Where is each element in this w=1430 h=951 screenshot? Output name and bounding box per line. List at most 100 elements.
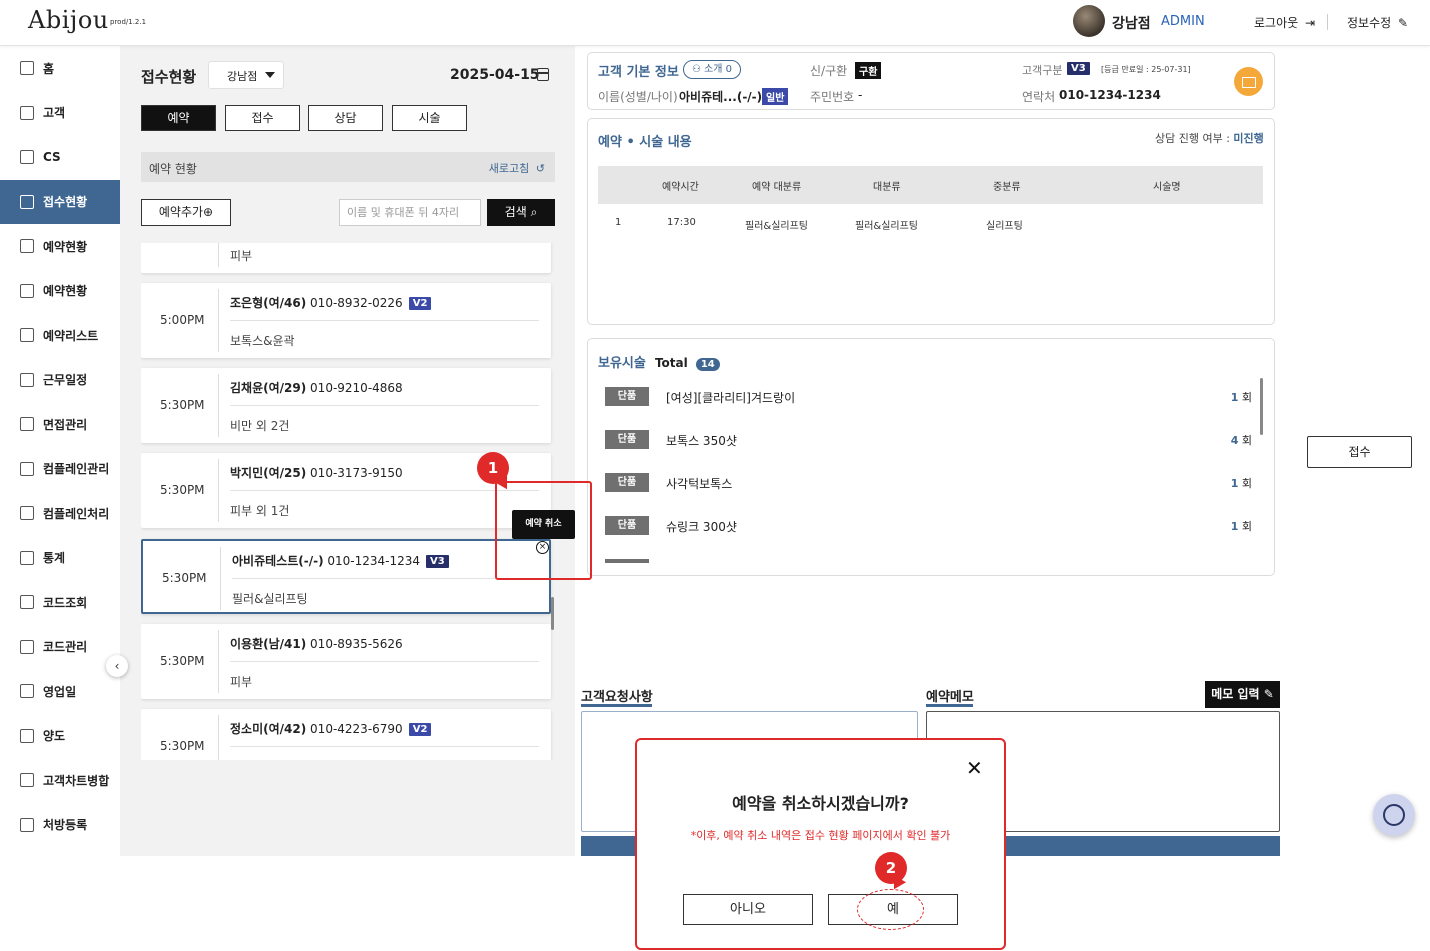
sidebar-item[interactable]: 컴플레인관리 <box>0 447 120 491</box>
intro-count: 소개 0 <box>704 64 733 75</box>
chevron-left-icon: ‹ <box>114 659 120 673</box>
sidebar-item[interactable]: 코드조회 <box>0 580 120 624</box>
sidebar-item-label: 예약리스트 <box>43 328 99 343</box>
tab-procedure[interactable]: 시술 <box>392 105 467 131</box>
sidebar-collapse-button[interactable]: ‹ <box>106 655 128 677</box>
sidebar: 홈 고객 CS 접수현황 예약현황 예약현황 예약리스트 근무일정 면접관리 컴플레인관리 컴플레인… <box>0 46 120 856</box>
sidebar-item[interactable]: 예약현황 <box>0 269 120 313</box>
list-item[interactable]: 단품 슈링크 300샷 1 회 <box>605 516 1255 536</box>
single-tag: 단품 <box>605 516 649 535</box>
sidebar-item[interactable]: 코드관리 <box>0 625 120 669</box>
sidebar-item[interactable]: 고객차트병합 <box>0 758 120 802</box>
new-old-badge: 구환 <box>855 62 882 79</box>
col-time: 예약시간 <box>662 182 699 193</box>
schedule-icon <box>20 372 34 387</box>
sidebar-item[interactable]: 컴플레인처리 <box>0 491 120 535</box>
dialog-note: *이후, 예약 취소 내역은 접수 현황 페이지에서 확인 불가 <box>690 829 951 842</box>
tab-reception[interactable]: 접수 <box>225 105 300 131</box>
user-icon <box>20 105 34 120</box>
calendar-icon[interactable] <box>537 68 549 81</box>
chart-icon <box>20 550 34 565</box>
sidebar-item-label: 접수현황 <box>43 195 88 209</box>
mail-icon[interactable] <box>1234 67 1263 96</box>
sidebar-item-label: 컴플레인관리 <box>43 462 110 476</box>
reservation-card[interactable]: 5:30PM 정소미(여/42) 010-4223-6790 V2 <box>141 709 551 760</box>
sidebar-item[interactable]: 예약리스트 <box>0 313 120 357</box>
logout-icon: ⇥ <box>1305 16 1316 30</box>
store-select[interactable]: 강남점 <box>208 61 284 89</box>
close-icon[interactable]: ✕ <box>966 756 983 780</box>
sidebar-item-label: 예약현황 <box>43 284 88 298</box>
sidebar-item[interactable]: 처방등록 <box>0 803 120 847</box>
store-select-value: 강남점 <box>227 70 258 83</box>
avatar[interactable] <box>1073 5 1105 37</box>
add-reservation-button[interactable]: 예약추가⊕ <box>141 199 231 226</box>
edit-info-button[interactable]: 정보수정 ✎ <box>1347 14 1408 31</box>
grade-badge: V3 <box>426 555 449 568</box>
customer-request-underline <box>581 704 652 707</box>
rrn-value: - <box>858 88 863 102</box>
search-input[interactable] <box>339 199 481 226</box>
refresh-button[interactable]: 새로고침 ↺ <box>489 160 545 176</box>
sidebar-item[interactable]: CS <box>0 135 120 179</box>
holdings-header: 보유시술 Total 14 <box>598 352 720 371</box>
card-customer-name: 정소미(여/42) <box>230 722 307 736</box>
sidebar-item[interactable]: 양도 <box>0 714 120 758</box>
reservation-table-header: 예약시간 예약 대분류 대분류 중분류 시술명 <box>598 166 1263 204</box>
sidebar-item-label: 면접관리 <box>43 417 88 432</box>
sidebar-item[interactable]: 영업일 <box>0 669 120 713</box>
list-item[interactable]: 단품 보톡스 350샷 4 회 <box>605 430 1255 450</box>
memo-input-button[interactable]: 메모 입력 ✎ <box>1205 681 1280 708</box>
name-label: 이름(성별/나이) <box>598 90 678 104</box>
single-tag: 단품 <box>605 430 649 449</box>
reservation-card[interactable]: 5:30PM 아비쥬테스트(-/-) 010-1234-1234 V3 필러&실리프팅 <box>141 539 551 614</box>
card-customer: 김채윤(여/29) 010-9210-4868 <box>230 379 403 396</box>
intro-badge[interactable]: ⚇ 소개 0 <box>683 60 741 79</box>
row-subcategory: 실리프팅 <box>986 221 1023 232</box>
holding-count-unit: 회 <box>1241 434 1252 447</box>
no-button[interactable]: 아니오 <box>683 894 813 925</box>
chat-icon[interactable] <box>1373 794 1415 836</box>
sidebar-item-label: 코드조회 <box>43 595 88 610</box>
list-scrollbar[interactable] <box>551 597 554 630</box>
sidebar-item[interactable]: 고객 <box>0 91 120 135</box>
sidebar-item[interactable]: 통계 <box>0 536 120 580</box>
grade-badge: V2 <box>408 723 432 736</box>
holding-count: 1 회 <box>1231 518 1252 534</box>
date-display[interactable]: 2025-04-15 <box>450 67 540 83</box>
reservation-card[interactable]: 피부 <box>141 243 551 273</box>
holding-count: 1 회 <box>1231 475 1252 491</box>
accept-button[interactable]: 접수 <box>1307 436 1412 468</box>
merge-icon <box>20 773 34 787</box>
card-time: 5:30PM <box>160 654 205 668</box>
reservation-status-bar: 예약 현황 새로고침 ↺ <box>141 152 555 182</box>
sidebar-item[interactable]: 예약현황 <box>0 224 120 268</box>
tab-reservation[interactable]: 예약 <box>141 105 216 131</box>
sidebar-item[interactable]: 근무일정 <box>0 358 120 402</box>
calendar-icon <box>20 239 34 253</box>
list-item[interactable]: 단품 사각턱보톡스 1 회 <box>605 473 1255 493</box>
consult-status: 상담 진행 여부 : 미진행 <box>1155 130 1264 146</box>
list-item[interactable]: 단품 [여성][클라리티]겨드랑이 1 회 <box>605 387 1255 407</box>
single-tag: 단품 <box>605 473 649 492</box>
grade-badge: V2 <box>408 297 432 310</box>
card-customer: 조은형(여/46) 010-8932-0226 V2 <box>230 294 432 311</box>
reservation-card[interactable]: 5:00PM 조은형(여/46) 010-8932-0226 V2 보톡스&윤곽 <box>141 283 551 358</box>
tab-consult[interactable]: 상담 <box>308 105 383 131</box>
holdings-scrollbar[interactable] <box>1260 378 1263 435</box>
section-title: 예약 현황 <box>149 162 197 176</box>
sidebar-item[interactable]: 접수현황 <box>0 179 120 224</box>
reservation-card[interactable]: 5:30PM 김채윤(여/29) 010-9210-4868 비만 외 2건 <box>141 368 551 443</box>
sidebar-item[interactable]: 홈 <box>0 46 120 90</box>
reservation-memo-underline <box>926 704 973 707</box>
edit-info-label: 정보수정 <box>1347 16 1392 30</box>
interview-icon <box>20 417 34 431</box>
sidebar-item[interactable]: 면접관리 <box>0 402 120 446</box>
logout-button[interactable]: 로그아웃 ⇥ <box>1254 14 1315 31</box>
search-button[interactable]: 검색 ⌕ <box>487 199 555 226</box>
card-phone: 010-8935-5626 <box>310 637 403 651</box>
reservation-list[interactable]: 피부 5:00PM 조은형(여/46) 010-8932-0226 V2 보톡스&윤곽 5… <box>141 243 555 760</box>
reservation-card[interactable]: 5:30PM 이용환(남/41) 010-8935-5626 피부 <box>141 624 551 699</box>
contact-label: 연락처 <box>1022 90 1056 104</box>
app-logo[interactable]: Abijou <box>28 6 109 34</box>
